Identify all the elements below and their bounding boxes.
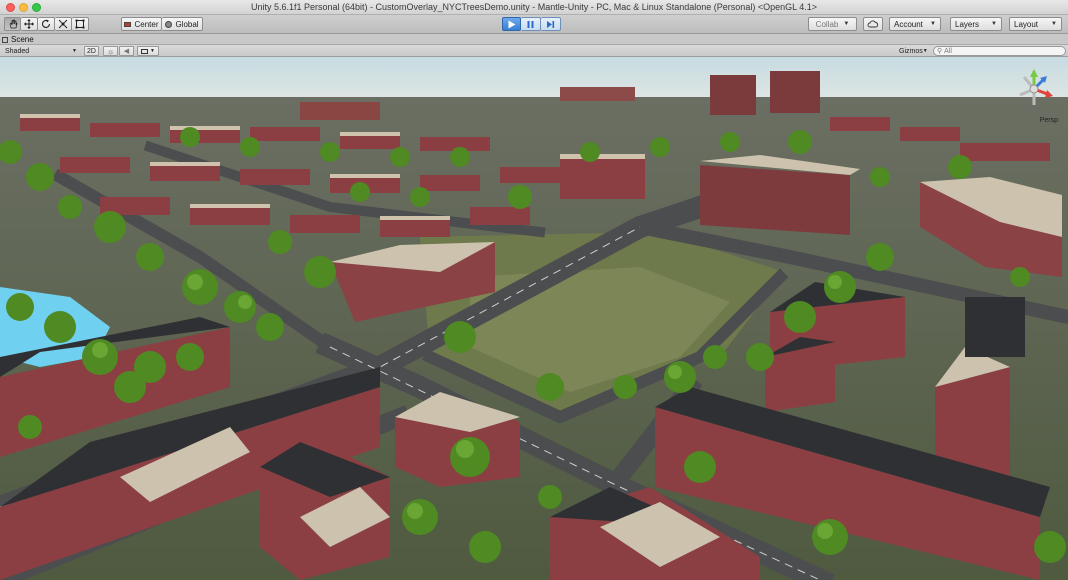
collab-label: Collab [815, 19, 839, 29]
scene-tab-bar: Scene [0, 34, 1068, 45]
scene-orientation-gizmo[interactable] [1010, 65, 1058, 125]
search-placeholder: All [944, 47, 952, 55]
layers-label: Layers [955, 19, 980, 29]
scene-viewport[interactable]: Persp [0, 57, 1068, 580]
speaker-icon: ◀ [123, 48, 130, 55]
move-icon [24, 19, 34, 29]
pause-button[interactable] [521, 17, 541, 31]
chevron-down-icon: ▼ [150, 48, 155, 54]
chevron-down-icon: ▼ [843, 21, 850, 27]
step-icon [547, 20, 555, 28]
axis-gizmo-icon [1019, 69, 1053, 105]
sun-icon: ☼ [106, 46, 115, 56]
effects-dropdown[interactable]: ▼ [137, 46, 159, 56]
search-icon: ⚲ [937, 48, 943, 55]
rect-transform-icon [75, 19, 85, 29]
hand-tool-button[interactable] [4, 17, 21, 31]
pivot-toggle-button[interactable]: Center [121, 17, 162, 31]
chevron-down-icon: ▼ [991, 21, 997, 27]
space-toggle-button[interactable]: Global [162, 17, 203, 31]
globe-icon [165, 20, 173, 28]
cloud-services-button[interactable] [863, 17, 883, 31]
window-title: Unity 5.6.1f1 Personal (64bit) - CustomO… [250, 2, 818, 12]
scene-search-input[interactable]: ⚲ All [933, 46, 1066, 56]
gizmos-label: Gizmos [899, 47, 923, 55]
chevron-down-icon: ▼ [930, 21, 936, 27]
account-dropdown[interactable]: Account ▼ [889, 17, 941, 31]
shading-mode-label: Shaded [5, 47, 30, 55]
sky [0, 57, 1068, 102]
account-label: Account [894, 19, 923, 29]
chevron-down-icon: ▼ [72, 48, 77, 54]
hand-icon [9, 19, 17, 29]
lighting-toggle-button[interactable]: ☼ [103, 46, 118, 56]
scene-tab-label: Scene [11, 35, 34, 44]
main-toolbar: Center Global Collab ▼ Account ▼ Layers … [0, 15, 1068, 34]
shading-mode-dropdown[interactable]: Shaded ▼ [2, 46, 80, 56]
audio-toggle-button[interactable]: ◀ [119, 46, 134, 56]
pause-icon [527, 20, 534, 28]
chevron-down-icon: ▼ [1051, 21, 1057, 27]
layers-dropdown[interactable]: Layers ▼ [950, 17, 1002, 31]
gizmos-dropdown[interactable]: Gizmos ▼ [896, 46, 930, 56]
tab-scene[interactable]: Scene [2, 34, 34, 45]
layout-dropdown[interactable]: Layout ▼ [1009, 17, 1062, 31]
2d-label: 2D [87, 47, 96, 55]
play-icon [508, 20, 516, 28]
step-button[interactable] [541, 17, 561, 31]
space-label: Global [175, 19, 199, 29]
scale-tool-button[interactable] [55, 17, 72, 31]
pivot-label: Center [134, 19, 159, 29]
projection-label[interactable]: Persp [1040, 117, 1058, 124]
rect-tool-button[interactable] [72, 17, 89, 31]
chevron-down-icon: ▼ [922, 48, 928, 54]
2d-toggle-button[interactable]: 2D [84, 46, 99, 56]
play-button[interactable] [502, 17, 521, 31]
layout-label: Layout [1014, 19, 1039, 29]
cloud-icon [867, 20, 879, 28]
scale-icon [58, 19, 68, 29]
move-tool-button[interactable] [21, 17, 38, 31]
pivot-icon [124, 21, 132, 27]
city-scene-render [0, 57, 1068, 580]
scene-icon [2, 36, 8, 43]
rotate-tool-button[interactable] [38, 17, 55, 31]
large-building-north [700, 165, 850, 235]
image-icon [141, 48, 149, 54]
window-title-bar: Unity 5.6.1f1 Personal (64bit) - CustomO… [0, 0, 1068, 15]
scene-view-toolbar: Shaded ▼ 2D ☼ ◀ ▼ Gizmos ▼ ⚲ All [0, 45, 1068, 57]
rotate-icon [41, 19, 51, 28]
collab-button[interactable]: Collab ▼ [808, 17, 857, 31]
